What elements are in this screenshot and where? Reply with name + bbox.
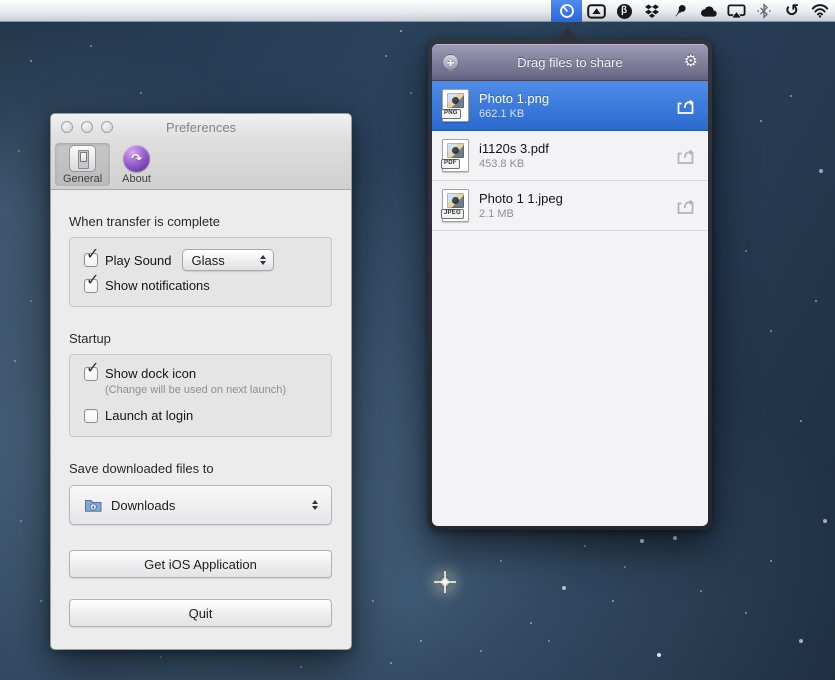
download-folder-value: Downloads <box>111 498 175 513</box>
show-notifications-label: Show notifications <box>105 278 210 293</box>
select-arrows-icon <box>312 500 318 510</box>
time-machine-glyph: ↺ <box>785 2 799 19</box>
show-dock-icon-checkbox[interactable]: ✓ <box>84 367 98 381</box>
share-popover: + Drag files to share ⚙ PNG Photo 1.png … <box>428 40 712 530</box>
get-ios-application-button[interactable]: Get iOS Application <box>69 550 332 578</box>
launch-at-login-checkbox[interactable] <box>84 409 98 423</box>
about-icon: ↷ <box>123 145 150 172</box>
preferences-window: Preferences General ↷ About When transfe… <box>50 113 352 650</box>
zoom-button[interactable] <box>101 121 113 133</box>
bright-star <box>439 576 451 588</box>
sound-select-value: Glass <box>192 253 225 268</box>
checkmark-icon: ✓ <box>86 361 99 377</box>
bluetooth-icon[interactable] <box>750 0 778 22</box>
quit-button[interactable]: Quit <box>69 599 332 627</box>
download-folder-select[interactable]: Downloads <box>69 485 332 525</box>
startup-section-label: Startup <box>69 331 332 346</box>
tab-about-label: About <box>122 173 151 185</box>
file-size: 2.1 MB <box>479 208 563 220</box>
menu-bar-status-icons: β <box>551 0 834 22</box>
wifi-icon[interactable] <box>806 0 834 22</box>
menu-bar: β <box>0 0 835 22</box>
share-icon[interactable] <box>675 197 696 215</box>
general-switch-icon <box>69 145 96 172</box>
show-notifications-checkbox[interactable]: ✓ <box>84 279 98 293</box>
popover-header: + Drag files to share ⚙ <box>432 44 708 81</box>
launch-at-login-label: Launch at login <box>105 408 193 423</box>
tab-about[interactable]: ↷ About <box>114 143 159 186</box>
transfer-groupbox: ✓ Play Sound Glass ✓ Show notifications <box>69 237 332 307</box>
desktop: β <box>0 0 835 680</box>
dropbox-icon[interactable] <box>638 0 666 22</box>
settings-gear-icon[interactable]: ⚙ <box>684 54 698 70</box>
beta-icon[interactable]: β <box>610 0 638 22</box>
select-arrows-icon <box>260 255 266 265</box>
file-thumbnail <box>447 193 464 208</box>
file-size: 662.1 KB <box>479 108 549 120</box>
add-file-button[interactable]: + <box>442 54 459 71</box>
transfer-section-label: When transfer is complete <box>69 214 332 229</box>
file-name: Photo 1.png <box>479 91 549 106</box>
popover-title: Drag files to share <box>432 55 708 70</box>
close-button[interactable] <box>61 121 73 133</box>
pdf-file-icon: PDF <box>442 139 469 172</box>
file-row[interactable]: JPEG Photo 1 1.jpeg 2.1 MB <box>432 181 708 231</box>
title-bar[interactable]: Preferences <box>51 114 351 140</box>
play-sound-checkbox[interactable]: ✓ <box>84 253 98 267</box>
share-icon[interactable] <box>675 147 696 165</box>
tab-general[interactable]: General <box>55 143 110 186</box>
show-dock-icon-label: Show dock icon <box>105 366 196 381</box>
save-section-label: Save downloaded files to <box>69 461 332 476</box>
airplay-icon[interactable] <box>722 0 750 22</box>
cloud-icon[interactable] <box>694 0 722 22</box>
png-file-icon: PNG <box>442 89 469 122</box>
checkmark-icon: ✓ <box>86 273 99 289</box>
file-type-badge: JPEG <box>441 209 464 219</box>
file-name: i1120s 3.pdf <box>479 141 549 156</box>
downloads-folder-icon <box>84 498 103 513</box>
file-type-badge: PNG <box>441 109 461 119</box>
file-row[interactable]: PNG Photo 1.png 662.1 KB <box>432 81 708 131</box>
tab-general-label: General <box>63 173 102 185</box>
file-thumbnail <box>447 143 464 158</box>
pin-icon[interactable] <box>666 0 694 22</box>
file-size: 453.8 KB <box>479 158 549 170</box>
dock-change-note: (Change will be used on next launch) <box>105 384 317 396</box>
file-list: PNG Photo 1.png 662.1 KB <box>432 81 708 526</box>
play-sound-label: Play Sound <box>105 253 172 268</box>
file-row[interactable]: PDF i1120s 3.pdf 453.8 KB <box>432 131 708 181</box>
minimize-button[interactable] <box>81 121 93 133</box>
file-type-badge: PDF <box>441 159 460 169</box>
preferences-content: When transfer is complete ✓ Play Sound G… <box>51 190 351 649</box>
jpeg-file-icon: JPEG <box>442 189 469 222</box>
preferences-toolbar: General ↷ About <box>51 140 351 190</box>
image-capture-icon[interactable] <box>582 0 610 22</box>
time-machine-icon[interactable]: ↺ <box>778 0 806 22</box>
file-thumbnail <box>447 93 464 108</box>
file-name: Photo 1 1.jpeg <box>479 191 563 206</box>
checkmark-icon: ✓ <box>86 247 99 263</box>
startup-groupbox: ✓ Show dock icon (Change will be used on… <box>69 354 332 437</box>
share-icon[interactable] <box>675 97 696 115</box>
beta-glyph: β <box>617 4 632 19</box>
sound-select[interactable]: Glass <box>182 249 274 271</box>
share-app-timer-icon[interactable] <box>551 0 582 22</box>
popover-arrow <box>555 28 581 41</box>
